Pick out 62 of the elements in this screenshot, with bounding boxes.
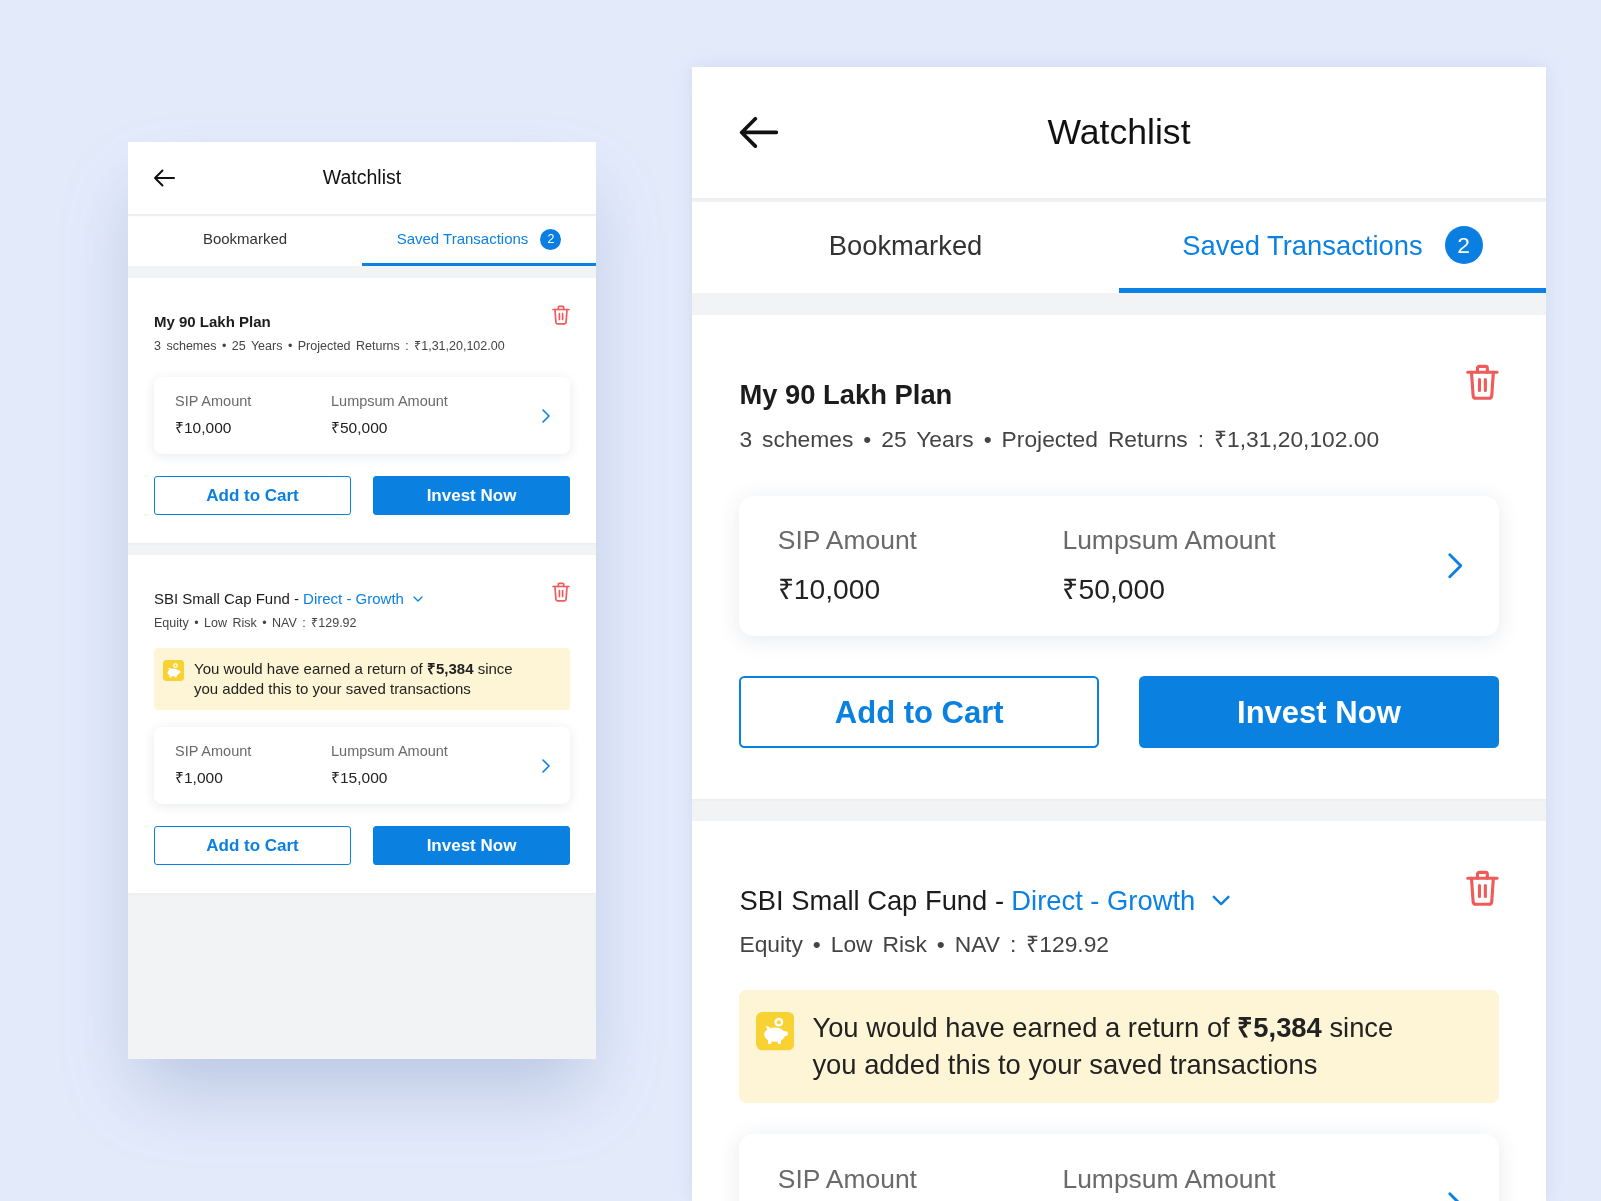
- trash-icon: [552, 305, 570, 325]
- amount-label: SIP Amount: [175, 392, 252, 411]
- plan-details: Equity • Low Risk • NAV : ₹129.92: [739, 930, 1111, 960]
- tab[interactable]: Bookmarked: [692, 202, 1120, 294]
- add-to-cart-button[interactable]: Add to Cart: [154, 476, 351, 515]
- amount-label: Lumpsum Amount: [331, 742, 448, 761]
- amount-value: ₹10,000: [175, 418, 232, 438]
- amount-label: Lumpsum Amount: [331, 392, 448, 411]
- piggy-bank-icon: [755, 1012, 795, 1051]
- delete-button[interactable]: [552, 582, 570, 602]
- add-to-cart-button[interactable]: Add to Cart: [154, 826, 351, 865]
- amount-label: Lumpsum Amount: [1062, 1162, 1276, 1196]
- amount-summary[interactable]: SIP Amount ₹10,000 Lumpsum Amount ₹50,000: [154, 377, 570, 454]
- amount-summary[interactable]: SIP Amount ₹1,000 Lumpsum Amount ₹15,000: [154, 727, 570, 804]
- amount-summary[interactable]: SIP Amount Lumpsum Amount: [739, 1134, 1499, 1201]
- trash-icon: [552, 582, 570, 602]
- trash-icon: [1465, 869, 1499, 907]
- tab[interactable]: Saved Transactions 2: [1119, 202, 1547, 294]
- trash-icon: [1465, 364, 1499, 401]
- fund-name: SBI Small Cap Fund -: [739, 883, 1004, 918]
- count-badge: 2: [540, 229, 562, 250]
- chevron-right-icon: [1447, 553, 1463, 579]
- back-button[interactable]: [151, 167, 177, 189]
- notice-text: You would have earned a return of ₹5,384 since you added this to your saved transactions: [812, 1011, 1395, 1082]
- plan-option-dropdown[interactable]: Direct - Growth: [1011, 882, 1230, 920]
- amount-label: SIP Amount: [175, 742, 252, 761]
- piggy-bank-icon: [163, 660, 184, 681]
- add-to-cart-button[interactable]: Add to Cart: [739, 676, 1099, 748]
- amount-label: SIP Amount: [777, 524, 917, 558]
- screen-title: Watchlist: [1047, 111, 1191, 155]
- amount-value: ₹10,000: [777, 571, 881, 607]
- delete-button[interactable]: [1465, 869, 1499, 907]
- plan-title: My 90 Lakh Plan: [739, 378, 953, 413]
- caret-down-icon: [1211, 895, 1230, 907]
- amount-value: ₹1,000: [175, 768, 223, 788]
- amount-summary[interactable]: SIP Amount ₹10,000 Lumpsum Amount ₹50,000: [739, 495, 1499, 637]
- chevron-right-icon: [542, 758, 550, 773]
- tab[interactable]: Bookmarked: [128, 216, 362, 266]
- plan-details: Equity • Low Risk • NAV : ₹129.92: [154, 615, 358, 632]
- plan-details: 3 schemes • 25 Years • Projected Returns : ₹1,31,20,102.00: [739, 424, 1381, 454]
- invest-now-button[interactable]: Invest Now: [373, 476, 570, 515]
- fund-name: SBI Small Cap Fund -: [154, 589, 300, 609]
- amount-label: Lumpsum Amount: [1062, 524, 1276, 558]
- plan-title: My 90 Lakh Plan: [154, 312, 271, 332]
- notice-text: You would have earned a return of ₹5,384 since you added this to your saved transactions: [194, 659, 514, 699]
- delete-button[interactable]: [552, 305, 570, 325]
- amount-label: SIP Amount: [777, 1162, 917, 1196]
- count-badge: 2: [1444, 226, 1483, 265]
- plan-details: 3 schemes • 25 Years • Projected Returns : ₹1,31,20,102.00: [154, 338, 506, 355]
- tab[interactable]: Saved Transactions 2: [362, 216, 596, 266]
- invest-now-button[interactable]: Invest Now: [373, 826, 570, 865]
- amount-value: ₹15,000: [331, 768, 388, 788]
- screen-title: Watchlist: [322, 166, 402, 190]
- chevron-right-icon: [542, 408, 550, 423]
- back-arrow-icon: [153, 169, 175, 187]
- invest-now-button[interactable]: Invest Now: [1139, 676, 1499, 748]
- amount-value: ₹50,000: [1062, 571, 1165, 607]
- caret-down-icon: [412, 596, 423, 602]
- plan-option-dropdown[interactable]: Direct - Growth: [303, 589, 423, 609]
- amount-value: ₹50,000: [331, 418, 388, 438]
- back-arrow-icon: [737, 116, 778, 150]
- delete-button[interactable]: [1465, 364, 1499, 401]
